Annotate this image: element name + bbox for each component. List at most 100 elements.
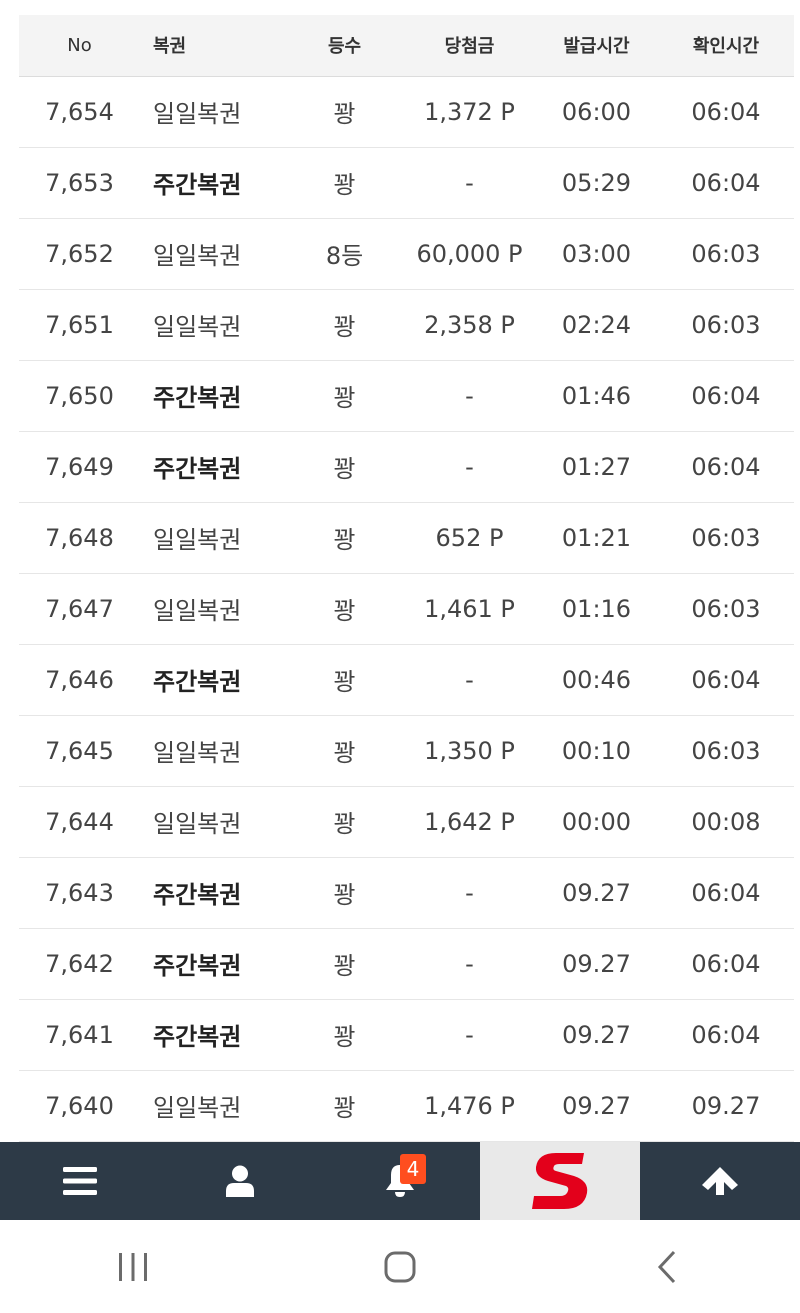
system-nav-bar: [0, 1220, 800, 1313]
cell-check-time: 06:03: [658, 573, 794, 645]
cell-no: 7,651: [19, 289, 140, 361]
table-header: No 복권 등수 당첨금 발급시간 확인시간: [19, 15, 794, 77]
cell-no: 7,641: [19, 999, 140, 1071]
cell-no: 7,647: [19, 573, 140, 645]
cell-check-time: 06:03: [658, 715, 794, 787]
cell-grade: 꽝: [285, 999, 404, 1071]
cell-check-time: 06:03: [658, 218, 794, 290]
cell-issue-time: 09.27: [535, 1070, 658, 1142]
cell-no: 7,645: [19, 715, 140, 787]
table-row: 7,647 일일복권 꽝 1,461 P 01:16 06:03: [19, 573, 794, 645]
cell-prize: -: [404, 928, 535, 1000]
cell-check-time: 06:03: [658, 502, 794, 574]
cell-no: 7,654: [19, 76, 140, 148]
cell-check-time: 06:04: [658, 999, 794, 1071]
cell-type: 주간복권: [140, 147, 285, 219]
header-issue-time: 발급시간: [535, 15, 658, 77]
cell-type: 주간복권: [140, 857, 285, 929]
cell-type: 주간복권: [140, 928, 285, 1000]
back-button[interactable]: [607, 1237, 727, 1297]
cell-prize: 1,642 P: [404, 786, 535, 858]
home-icon: [384, 1251, 416, 1282]
recent-apps-button[interactable]: [73, 1237, 193, 1297]
cell-issue-time: 00:00: [535, 786, 658, 858]
cell-type: 주간복권: [140, 999, 285, 1071]
cell-issue-time: 01:46: [535, 360, 658, 432]
cell-grade: 꽝: [285, 431, 404, 503]
lottery-history-table: No 복권 등수 당첨금 발급시간 확인시간 7,654 일일복권 꽝 1,372 P…: [19, 15, 794, 1142]
cell-type: 일일복권: [140, 289, 285, 361]
cell-type: 일일복권: [140, 76, 285, 148]
cell-type: 주간복권: [140, 644, 285, 716]
cell-no: 7,644: [19, 786, 140, 858]
table-row: 7,652 일일복권 8등 60,000 P 03:00 06:03: [19, 218, 794, 290]
cell-no: 7,649: [19, 431, 140, 503]
cell-issue-time: 09.27: [535, 857, 658, 929]
table-row: 7,642 주간복권 꽝 -09.27 06:04: [19, 928, 794, 1000]
cell-check-time: 00:08: [658, 786, 794, 858]
cell-no: 7,640: [19, 1070, 140, 1142]
header-grade: 등수: [285, 15, 404, 77]
cell-check-time: 06:03: [658, 289, 794, 361]
table-body: 7,654 일일복권 꽝 1,372 P 06:00 06:04 7,653 주간복권 꽝 -05…: [19, 76, 794, 1142]
cell-issue-time: 01:21: [535, 502, 658, 574]
cell-type: 일일복권: [140, 502, 285, 574]
header-check-time: 확인시간: [658, 15, 794, 77]
cell-grade: 꽝: [285, 502, 404, 574]
cell-issue-time: 00:46: [535, 644, 658, 716]
header-prize: 당첨금: [404, 15, 535, 77]
home-button[interactable]: [340, 1237, 460, 1297]
profile-button[interactable]: [160, 1142, 320, 1220]
s-logo-icon: [532, 1153, 588, 1209]
table-row: 7,653 주간복권 꽝 -05:29 06:04: [19, 147, 794, 219]
table-row: 7,651 일일복권 꽝 2,358 P 02:24 06:03: [19, 289, 794, 361]
table-row: 7,641 주간복권 꽝 -09.27 06:04: [19, 999, 794, 1071]
cell-grade: 꽝: [285, 857, 404, 929]
cell-prize: 1,372 P: [404, 76, 535, 148]
cell-no: 7,643: [19, 857, 140, 929]
cell-prize: -: [404, 644, 535, 716]
cell-prize: -: [404, 147, 535, 219]
cell-no: 7,648: [19, 502, 140, 574]
cell-prize: 1,461 P: [404, 573, 535, 645]
cell-type: 주간복권: [140, 431, 285, 503]
recent-apps-icon: [119, 1252, 148, 1281]
scroll-top-button[interactable]: [640, 1142, 800, 1220]
cell-issue-time: 00:10: [535, 715, 658, 787]
logo-button[interactable]: [480, 1142, 640, 1220]
table-header-row: No 복권 등수 당첨금 발급시간 확인시간: [19, 15, 794, 77]
table-row: 7,646 주간복권 꽝 -00:46 06:04: [19, 644, 794, 716]
cell-type: 일일복권: [140, 218, 285, 290]
cell-prize: 1,350 P: [404, 715, 535, 787]
cell-grade: 꽝: [285, 1070, 404, 1142]
table-row: 7,640 일일복권 꽝 1,476 P 09.27 09.27: [19, 1070, 794, 1142]
cell-check-time: 06:04: [658, 644, 794, 716]
cell-grade: 꽝: [285, 644, 404, 716]
cell-prize: -: [404, 999, 535, 1071]
cell-prize: -: [404, 857, 535, 929]
cell-check-time: 06:04: [658, 147, 794, 219]
cell-issue-time: 01:27: [535, 431, 658, 503]
table-row: 7,649 주간복권 꽝 -01:27 06:04: [19, 431, 794, 503]
cell-grade: 꽝: [285, 76, 404, 148]
table-row: 7,643 주간복권 꽝 -09.27 06:04: [19, 857, 794, 929]
cell-grade: 꽝: [285, 715, 404, 787]
cell-prize: -: [404, 360, 535, 432]
header-type: 복권: [140, 15, 285, 77]
table-row: 7,648 일일복권 꽝 652 P 01:21 06:03: [19, 502, 794, 574]
user-icon: [226, 1165, 254, 1197]
cell-prize: 652 P: [404, 502, 535, 574]
table-row: 7,645 일일복권 꽝 1,350 P 00:10 06:03: [19, 715, 794, 787]
menu-button[interactable]: [0, 1142, 160, 1220]
table-row: 7,644 일일복권 꽝 1,642 P 00:00 00:08: [19, 786, 794, 858]
table-row: 7,654 일일복권 꽝 1,372 P 06:00 06:04: [19, 76, 794, 148]
lottery-history-table-wrap: No 복권 등수 당첨금 발급시간 확인시간 7,654 일일복권 꽝 1,372 P…: [19, 15, 794, 1142]
cell-type: 일일복권: [140, 715, 285, 787]
cell-issue-time: 06:00: [535, 76, 658, 148]
cell-issue-time: 05:29: [535, 147, 658, 219]
cell-no: 7,652: [19, 218, 140, 290]
cell-prize: 1,476 P: [404, 1070, 535, 1142]
cell-grade: 꽝: [285, 360, 404, 432]
cell-issue-time: 01:16: [535, 573, 658, 645]
cell-prize: -: [404, 431, 535, 503]
